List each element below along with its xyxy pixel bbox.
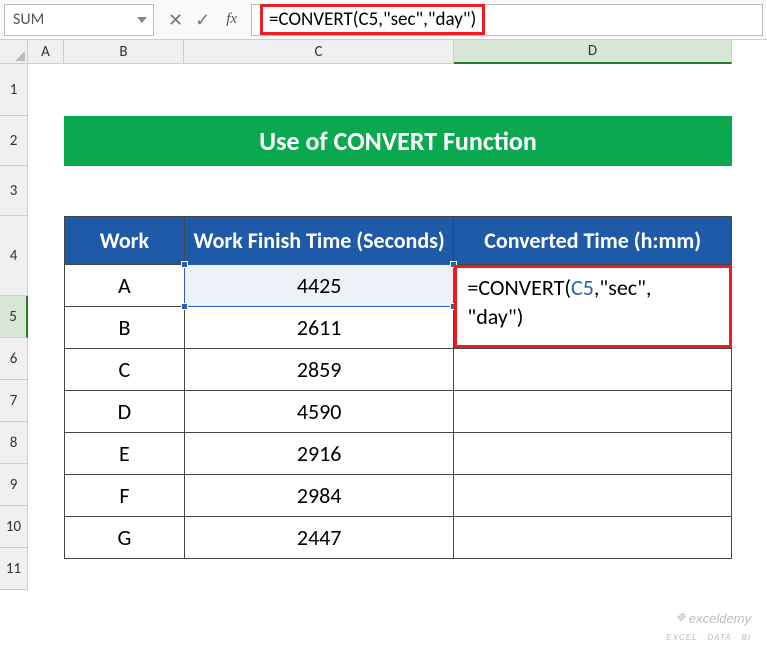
row-header-9[interactable]: 9 [0,464,28,506]
table-row: D 4590 [65,391,732,433]
cell-converted[interactable] [454,517,732,559]
formula-part: ,"sec", [594,274,651,301]
table-header-row: Work Work Finish Time (Seconds) Converte… [65,217,732,265]
cells-area[interactable]: Use of CONVERT Function Work Work Finish… [28,64,767,590]
table-row: E 2916 [65,433,732,475]
cell-value: 4425 [297,272,342,299]
cell-work[interactable]: B [65,307,185,349]
formula-text: =CONVERT(C5,"sec","day") [269,8,476,31]
watermark-sub: EXCEL · DATA · BI [666,633,751,642]
cancel-icon[interactable]: ✕ [168,9,183,31]
cell-seconds[interactable]: 2447 [184,517,454,559]
row-header-10[interactable]: 10 [0,506,28,548]
row-headers: 1 2 3 4 5 6 7 8 9 10 11 [0,64,28,590]
cell-seconds[interactable]: 2984 [184,475,454,517]
row-header-1[interactable]: 1 [0,64,28,116]
formula-input-highlight: =CONVERT(C5,"sec","day") [260,4,485,35]
row-header-5[interactable]: 5 [0,296,28,338]
cell-work[interactable]: A [65,265,185,307]
row-header-7[interactable]: 7 [0,380,28,422]
cell-D5-editing[interactable]: =CONVERT(C5,"sec", "day") [454,265,732,349]
cell-converted[interactable] [454,475,732,517]
watermark-text: exceldemy [689,611,751,626]
fx-icon[interactable]: fx [226,11,237,28]
cell-seconds[interactable]: 2916 [184,433,454,475]
row-header-6[interactable]: 6 [0,338,28,380]
page-title: Use of CONVERT Function [64,116,732,166]
table-row: F 2984 [65,475,732,517]
table-row: G 2447 [65,517,732,559]
cell-work[interactable]: C [65,349,185,391]
row-header-3[interactable]: 3 [0,166,28,216]
col-header-B[interactable]: B [64,40,184,64]
data-table: Work Work Finish Time (Seconds) Converte… [64,216,732,559]
formula-bar[interactable]: =CONVERT(C5,"sec","day") [251,4,763,36]
cell-work[interactable]: E [65,433,185,475]
col-header-D[interactable]: D [454,40,732,64]
cell-seconds[interactable]: 2611 [184,307,454,349]
name-box[interactable]: SUM [4,4,154,36]
table-row: A 4425 [65,265,732,307]
stamp-icon: ⌖ [675,607,685,627]
cell-work[interactable]: D [65,391,185,433]
col-header-A[interactable]: A [28,40,64,64]
formula-part: =CONVERT( [467,274,571,301]
spreadsheet-grid: A B C D 1 2 3 4 5 6 7 8 9 10 11 Use of C… [0,40,767,655]
name-box-value: SUM [13,10,44,29]
cell-work[interactable]: G [65,517,185,559]
col-header-C[interactable]: C [184,40,454,64]
cell-work[interactable]: F [65,475,185,517]
row-header-11[interactable]: 11 [0,548,28,590]
rows-area: 1 2 3 4 5 6 7 8 9 10 11 Use of CONVERT F… [0,64,767,590]
column-headers-row: A B C D [0,40,767,64]
table-row: C 2859 [65,349,732,391]
formula-part: "day") [467,303,523,330]
watermark: ⌖ exceldemy EXCEL · DATA · BI [666,607,751,643]
table-header-time: Work Finish Time (Seconds) [184,217,454,265]
cell-converted[interactable] [454,391,732,433]
select-all-button[interactable] [0,40,28,64]
cell-converted[interactable] [454,433,732,475]
row-header-8[interactable]: 8 [0,422,28,464]
row-header-2[interactable]: 2 [0,116,28,166]
accept-icon[interactable]: ✓ [195,9,210,31]
cell-seconds[interactable]: 4590 [184,391,454,433]
table-header-converted: Converted Time (h:mm) [454,217,732,265]
cell-seconds[interactable]: 2859 [184,349,454,391]
formula-ref: C5 [571,274,594,301]
cell-C5[interactable]: 4425 [184,265,454,307]
cell-converted[interactable] [454,349,732,391]
formula-actions: ✕ ✓ fx [158,9,247,31]
formula-toolbar: SUM ✕ ✓ fx =CONVERT(C5,"sec","day") [0,0,767,40]
row-header-4[interactable]: 4 [0,216,28,296]
table-header-work: Work [65,217,185,265]
